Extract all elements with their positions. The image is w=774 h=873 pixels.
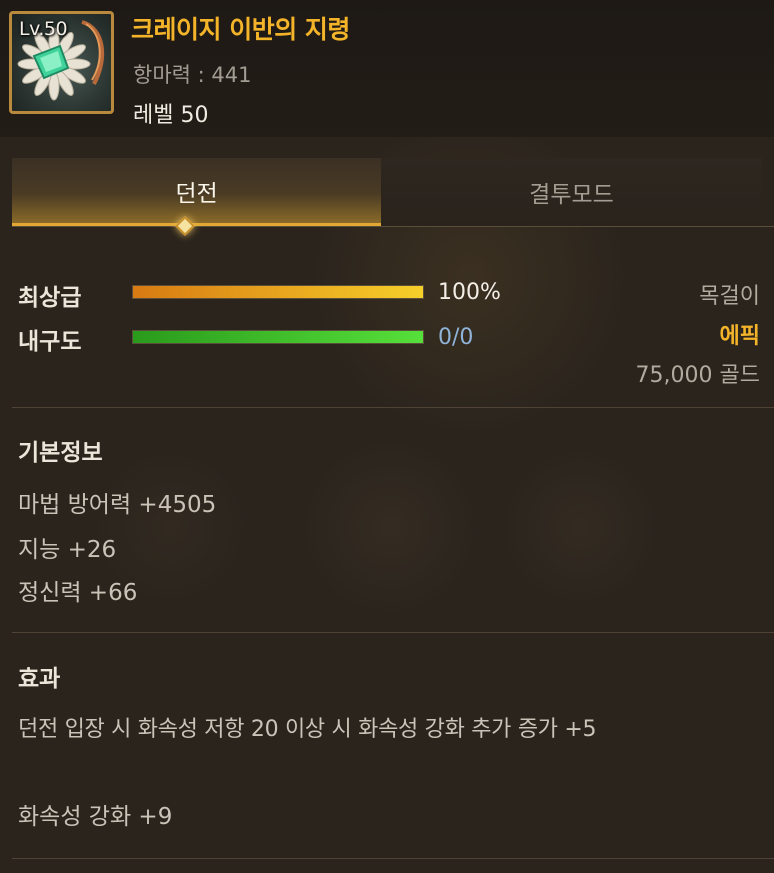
tab-divider	[12, 226, 774, 227]
tab-dungeon-label: 던전	[175, 180, 218, 207]
grade-bar-fill	[133, 286, 423, 298]
effect-title: 효과	[18, 666, 61, 692]
basic-info-line: 지능 +26	[18, 537, 117, 563]
item-name: 크레이지 이반의 지령	[131, 15, 350, 44]
durability-bar-fill	[133, 331, 423, 343]
divider	[12, 632, 774, 633]
durability-label: 내구도	[18, 329, 82, 355]
basic-info-line: 정신력 +66	[18, 580, 138, 606]
item-header	[0, 0, 774, 137]
durability-bar	[132, 330, 424, 344]
tab-dungeon[interactable]: 던전	[12, 158, 381, 226]
basic-info-line: 마법 방어력 +4505	[18, 492, 217, 518]
mode-tabs: 던전 결투모드	[12, 158, 762, 226]
grade-bar	[132, 285, 424, 299]
item-icon[interactable]: Lv.50	[9, 11, 114, 114]
item-price: 75,000 골드	[635, 363, 760, 388]
grade-label: 최상급	[18, 285, 82, 311]
divider	[12, 407, 774, 408]
divider	[12, 858, 774, 859]
effect-line: 화속성 강화 +9	[18, 804, 173, 830]
tab-pvp[interactable]: 결투모드	[381, 158, 762, 226]
basic-info-title: 기본정보	[18, 440, 103, 466]
item-level-text: 레벨 50	[133, 103, 209, 128]
item-power: 항마력 : 441	[133, 63, 252, 87]
durability-value: 0/0	[438, 325, 474, 350]
grade-value: 100%	[438, 280, 501, 305]
item-slot: 목걸이	[699, 284, 760, 309]
item-level-badge: Lv.50	[19, 18, 68, 40]
effect-line: 던전 입장 시 화속성 저항 20 이상 시 화속성 강화 추가 증가 +5	[18, 717, 597, 742]
tab-pvp-label: 결투모드	[529, 182, 614, 208]
item-rarity: 에픽	[719, 324, 760, 349]
